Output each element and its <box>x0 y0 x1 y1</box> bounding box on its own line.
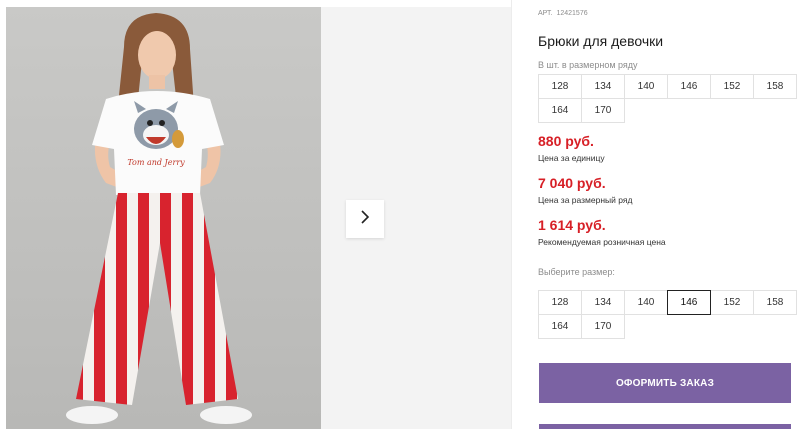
chevron-right-icon <box>359 209 371 230</box>
size-option[interactable]: 164 <box>538 314 582 339</box>
size-row-price: 7 040 руб. <box>538 175 606 191</box>
size-row-cell: 170 <box>581 98 625 123</box>
article-number: АРТ. 12421576 <box>538 10 588 17</box>
size-option[interactable]: 140 <box>624 290 668 315</box>
retail-price: 1 614 руб. <box>538 217 606 233</box>
size-row-cell: 146 <box>667 74 711 99</box>
size-row-cell: 158 <box>753 74 797 99</box>
size-row-price-note: Цена за размерный ряд <box>538 195 633 205</box>
product-title: Брюки для девочки <box>538 33 664 49</box>
size-row-cell: 140 <box>624 74 668 99</box>
shirt-print-text: Tom and Jerry <box>127 158 185 167</box>
choose-size-label: Выберите размер: <box>538 267 615 277</box>
size-option[interactable]: 158 <box>753 290 797 315</box>
product-photo-main[interactable]: Tom and Jerry <box>6 7 321 429</box>
gallery-divider <box>511 0 512 429</box>
size-option-selected[interactable]: 146 <box>667 290 711 315</box>
unit-price-note: Цена за единицу <box>538 153 605 163</box>
article-label: АРТ. <box>538 10 553 17</box>
size-row-cell: 134 <box>581 74 625 99</box>
size-selector: 128 134 140 146 152 158 164 170 <box>538 290 797 339</box>
article-value: 12421576 <box>556 10 588 17</box>
unit-price: 880 руб. <box>538 133 594 149</box>
retail-price-note: Рекомендуемая розничная цена <box>538 237 666 247</box>
girl-in-striped-pants-illustration: Tom and Jerry <box>66 13 252 424</box>
size-option[interactable]: 128 <box>538 290 582 315</box>
size-row-cell: 128 <box>538 74 582 99</box>
size-option[interactable]: 134 <box>581 290 625 315</box>
size-option[interactable]: 152 <box>710 290 754 315</box>
gallery-next-button[interactable] <box>346 200 384 238</box>
size-row-cell: 164 <box>538 98 582 123</box>
secondary-action-button[interactable] <box>539 424 791 429</box>
product-gallery: Tom and Jerry <box>0 0 512 429</box>
size-row-grid: 128 134 140 146 152 158 164 170 <box>538 74 797 123</box>
place-order-button[interactable]: ОФОРМИТЬ ЗАКАЗ <box>539 363 791 403</box>
size-row-cell: 152 <box>710 74 754 99</box>
size-row-label: В шт. в размерном ряду <box>538 60 638 70</box>
size-option[interactable]: 170 <box>581 314 625 339</box>
